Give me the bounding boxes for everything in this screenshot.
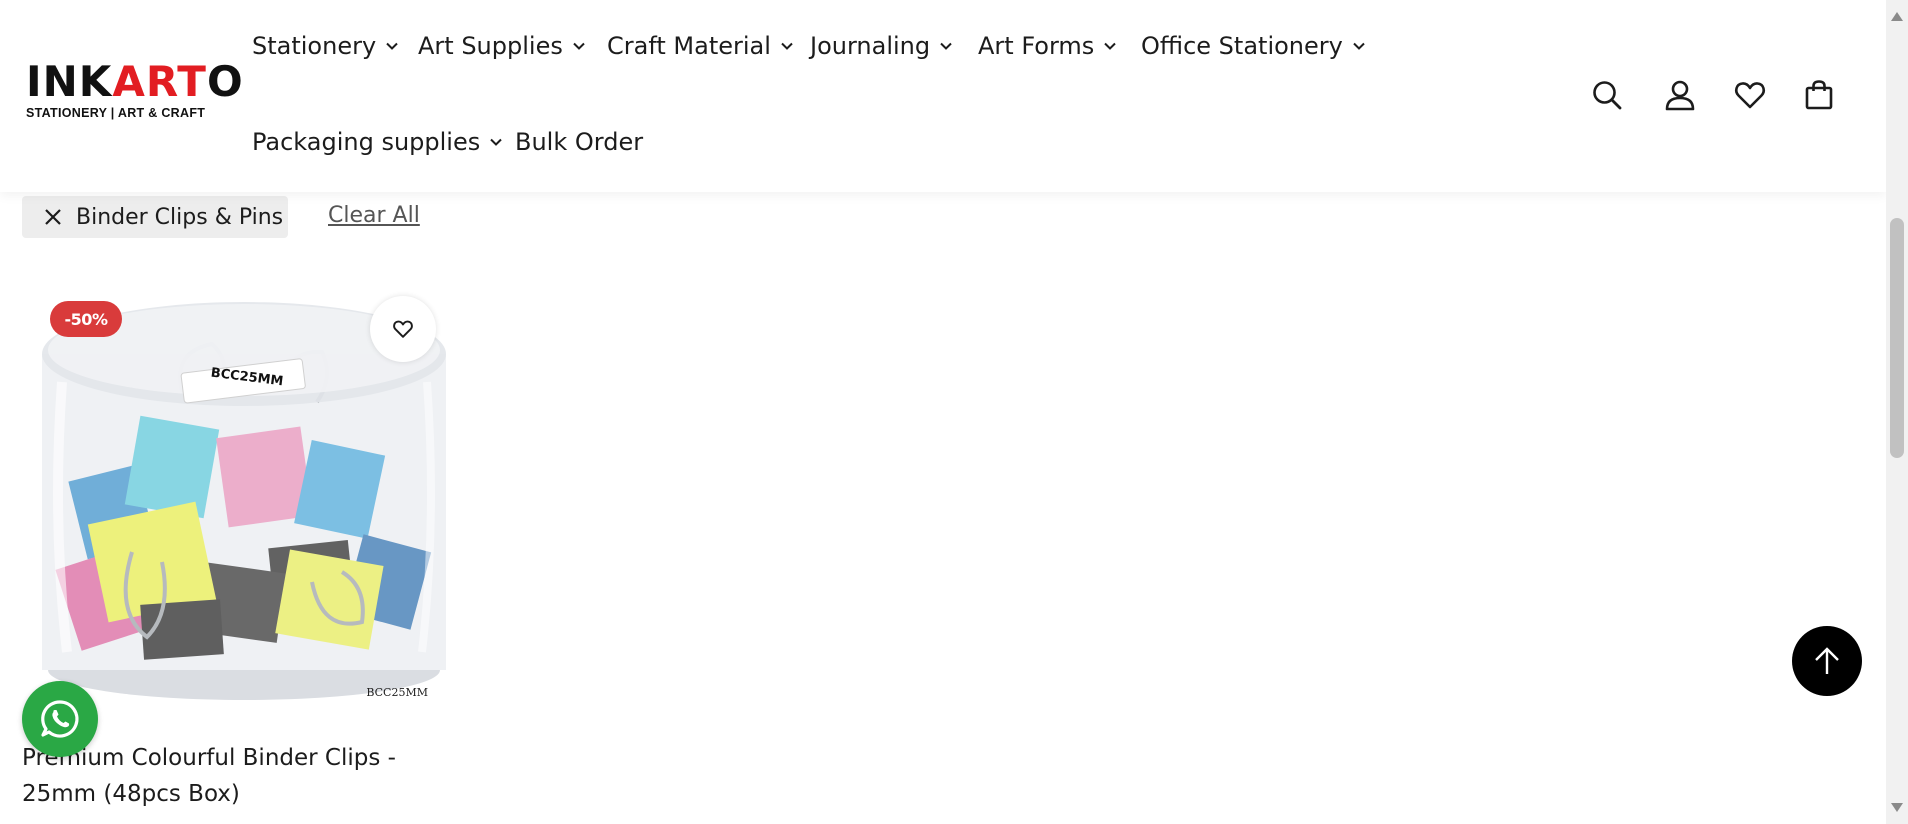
discount-badge: -50% <box>50 301 122 337</box>
whatsapp-icon <box>41 700 79 738</box>
search-icon <box>1593 81 1622 110</box>
nav-item-craft-material[interactable]: Craft Material <box>607 32 793 60</box>
account-icon <box>1665 80 1695 111</box>
chevron-down-icon <box>1353 42 1365 50</box>
chevron-down-icon <box>940 42 952 50</box>
chevron-down-icon <box>573 42 585 50</box>
scroll-up-arrow-icon[interactable] <box>1891 12 1903 21</box>
nav-item-office-stationery[interactable]: Office Stationery <box>1141 32 1365 60</box>
scroll-thumb[interactable] <box>1890 218 1904 458</box>
page-scrollbar[interactable] <box>1886 0 1908 824</box>
active-filter-chip[interactable]: Binder Clips & Pins <box>22 196 288 238</box>
nav-item-stationery[interactable]: Stationery <box>252 32 398 60</box>
nav-item-label: Craft Material <box>607 32 771 60</box>
chevron-down-icon <box>1104 42 1117 50</box>
chevron-down-icon <box>781 42 793 50</box>
product-title[interactable]: Premium Colourful Binder Clips - 25mm (4… <box>22 740 452 812</box>
nav-item-label: Office Stationery <box>1141 32 1343 60</box>
clear-all-link[interactable]: Clear All <box>328 203 420 228</box>
close-icon <box>45 209 61 225</box>
product-image[interactable]: BCC25MM BCC25MM -50% <box>22 282 452 712</box>
heart-icon <box>1735 82 1765 109</box>
nav-item-label: Art Supplies <box>418 32 563 60</box>
cart-button[interactable] <box>1802 78 1836 112</box>
nav-item-bulk-order[interactable]: Bulk Order <box>515 128 643 156</box>
nav-item-art-forms[interactable]: Art Forms <box>978 32 1117 60</box>
chevron-down-icon <box>386 42 398 50</box>
image-product-code: BCC25MM <box>366 686 428 699</box>
account-button[interactable] <box>1663 78 1697 112</box>
nav-item-label: Bulk Order <box>515 128 644 156</box>
shopping-bag-icon <box>1805 80 1833 110</box>
heart-icon <box>393 320 413 338</box>
nav-item-journaling[interactable]: Journaling <box>810 32 952 60</box>
nav-item-packaging-supplies[interactable]: Packaging supplies <box>252 128 502 156</box>
logo-tagline: STATIONERY | ART & CRAFT <box>26 106 206 120</box>
nav-item-label: Journaling <box>810 32 931 60</box>
logo-wordmark: INKARTO <box>26 57 244 106</box>
nav-item-art-supplies[interactable]: Art Supplies <box>418 32 585 60</box>
site-header: INKARTO STATIONERY | ART & CRAFT Station… <box>0 0 1886 192</box>
back-to-top-button[interactable] <box>1792 626 1862 696</box>
nav-item-label: Art Forms <box>978 32 1095 60</box>
wishlist-button[interactable] <box>1733 78 1767 112</box>
nav-item-label: Packaging supplies <box>252 128 481 156</box>
active-filter-label: Binder Clips & Pins <box>76 204 284 230</box>
whatsapp-button[interactable] <box>22 681 98 757</box>
add-to-wishlist-button[interactable] <box>370 296 436 362</box>
scroll-down-arrow-icon[interactable] <box>1891 803 1903 812</box>
page: INKARTO STATIONERY | ART & CRAFT Station… <box>0 0 1886 824</box>
search-button[interactable] <box>1590 78 1624 112</box>
chevron-down-icon <box>490 138 502 146</box>
arrow-up-icon <box>1815 647 1839 674</box>
nav-item-label: Stationery <box>252 32 377 60</box>
main-nav: Stationery Art Supplies Craft Material J… <box>252 0 1402 192</box>
brand-logo[interactable]: INKARTO STATIONERY | ART & CRAFT <box>26 57 244 124</box>
